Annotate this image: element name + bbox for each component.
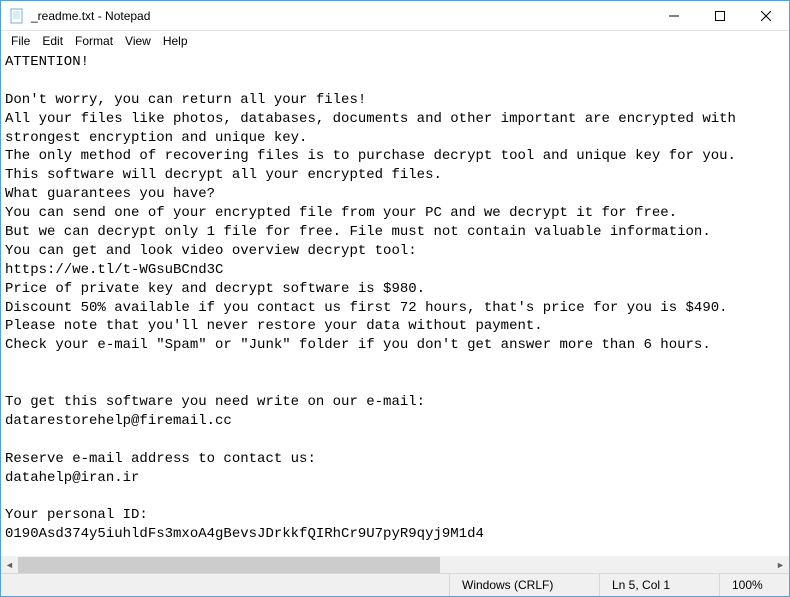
window-title: _readme.txt - Notepad [31, 9, 651, 23]
text-area[interactable]: ATTENTION! Don't worry, you can return a… [1, 51, 789, 556]
notepad-icon [9, 8, 25, 24]
horizontal-scrollbar[interactable]: ◄ ► [1, 556, 789, 573]
window-controls [651, 1, 789, 30]
notepad-window: _readme.txt - Notepad File Edit Format V… [0, 0, 790, 597]
status-zoom: 100% [719, 574, 789, 596]
menu-view[interactable]: View [119, 33, 157, 49]
menu-help[interactable]: Help [157, 33, 194, 49]
scroll-track[interactable] [18, 557, 772, 573]
statusbar: Windows (CRLF) Ln 5, Col 1 100% [1, 573, 789, 596]
titlebar[interactable]: _readme.txt - Notepad [1, 1, 789, 31]
close-button[interactable] [743, 1, 789, 30]
menu-edit[interactable]: Edit [36, 33, 69, 49]
scroll-right-arrow-icon[interactable]: ► [772, 557, 789, 573]
scroll-thumb[interactable] [18, 557, 440, 573]
scroll-left-arrow-icon[interactable]: ◄ [1, 557, 18, 573]
maximize-button[interactable] [697, 1, 743, 30]
menu-format[interactable]: Format [69, 33, 119, 49]
minimize-button[interactable] [651, 1, 697, 30]
menubar: File Edit Format View Help [1, 31, 789, 51]
status-position: Ln 5, Col 1 [599, 574, 719, 596]
status-encoding: Windows (CRLF) [449, 574, 599, 596]
menu-file[interactable]: File [5, 33, 36, 49]
